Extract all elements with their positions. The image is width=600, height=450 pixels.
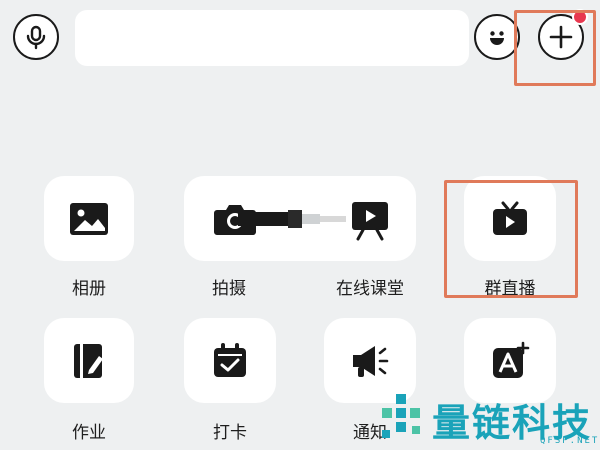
text-add-icon bbox=[493, 341, 530, 378]
watermark-logo bbox=[382, 394, 420, 438]
image-icon bbox=[70, 202, 108, 235]
smiley-icon bbox=[490, 31, 504, 45]
panel-label-album: 相册 bbox=[72, 279, 106, 299]
panel-item-text-add[interactable] bbox=[464, 318, 556, 403]
panel-item-check-in[interactable] bbox=[184, 318, 276, 403]
microphone-icon bbox=[26, 25, 46, 50]
panel-item-album[interactable] bbox=[44, 176, 134, 261]
watermark-domain: QFSP.NET bbox=[540, 436, 600, 446]
panel-label-online-class: 在线课堂 bbox=[336, 279, 404, 299]
megaphone-icon bbox=[353, 345, 389, 377]
message-input[interactable] bbox=[75, 10, 469, 66]
calendar-check-icon bbox=[214, 342, 246, 377]
cable-graphic bbox=[238, 210, 346, 228]
highlight-box-more bbox=[514, 10, 596, 86]
panel-item-homework[interactable] bbox=[44, 318, 134, 403]
panel-label-shoot: 拍摄 bbox=[212, 279, 246, 299]
panel-item-notice[interactable] bbox=[324, 318, 416, 403]
easel-play-icon bbox=[352, 202, 388, 241]
panel-label-homework: 作业 bbox=[72, 423, 106, 443]
panel-label-check-in: 打卡 bbox=[213, 423, 247, 443]
highlight-box-group-live bbox=[444, 180, 578, 298]
voice-button[interactable] bbox=[13, 14, 59, 60]
notebook-pencil-icon bbox=[74, 343, 103, 378]
